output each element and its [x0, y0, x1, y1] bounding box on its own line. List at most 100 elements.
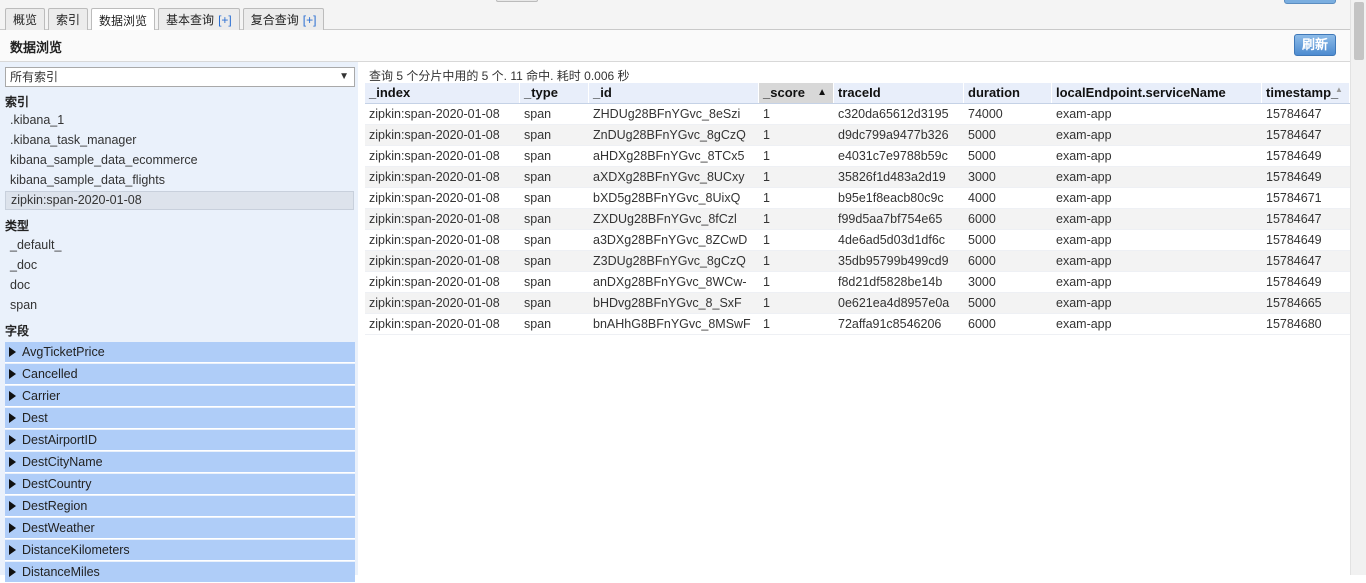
sidebar-field-item[interactable]: DistanceMiles: [5, 562, 355, 583]
table-cell: 6000: [968, 254, 996, 268]
table-row[interactable]: zipkin:span-2020-01-08 span Z3DUg28BFnYGvc…: [365, 251, 1350, 272]
table-cell: span: [524, 107, 552, 121]
tab-compound-query[interactable]: 复合查询 [+]: [242, 8, 325, 30]
table-scrollbar[interactable]: ▲: [1335, 83, 1343, 314]
table-cell: 1: [763, 275, 770, 289]
table-cell: exam-app: [1056, 128, 1112, 142]
table-cell: ZnDUg28BFnYGvc_8gCzQ: [593, 128, 746, 142]
top-bar: 概览 索引 数据浏览 基本查询 [+] 复合查询 [+]: [0, 0, 1366, 31]
table-cell: 4000: [968, 191, 996, 205]
expand-triangle-icon[interactable]: [9, 501, 16, 511]
table-cell: zipkin:span-2020-01-08: [369, 317, 500, 331]
sidebar-type-item[interactable]: _doc: [5, 256, 354, 275]
table-cell: exam-app: [1056, 107, 1112, 121]
sidebar-field-item[interactable]: Carrier: [5, 386, 355, 407]
expand-triangle-icon[interactable]: [9, 369, 16, 379]
sidebar-type-item[interactable]: _default_: [5, 236, 354, 255]
table-cell: span: [524, 191, 552, 205]
table-row[interactable]: zipkin:span-2020-01-08 span ZHDUg28BFnYGvc…: [365, 104, 1350, 125]
sidebar-field-item[interactable]: DestWeather: [5, 518, 355, 539]
partial-primary-button[interactable]: [1284, 0, 1336, 4]
sort-asc-icon[interactable]: ▲: [817, 83, 827, 103]
table-row[interactable]: zipkin:span-2020-01-08 span aHDXg28BFnYGvc…: [365, 146, 1350, 167]
partial-button[interactable]: [496, 0, 538, 2]
expand-triangle-icon[interactable]: [9, 545, 16, 555]
sidebar-type-item[interactable]: doc: [5, 276, 354, 295]
sidebar-field-item[interactable]: DestCountry: [5, 474, 355, 495]
expand-triangle-icon[interactable]: [9, 435, 16, 445]
expand-triangle-icon[interactable]: [9, 479, 16, 489]
table-row[interactable]: zipkin:span-2020-01-08 span ZnDUg28BFnYGvc…: [365, 125, 1350, 146]
table-cell: exam-app: [1056, 233, 1112, 247]
table-cell: 3000: [968, 275, 996, 289]
expand-triangle-icon[interactable]: [9, 457, 16, 467]
index-select[interactable]: 所有索引 ▼: [5, 67, 355, 87]
table-cell: a3DXg28BFnYGvc_8ZCwD: [593, 233, 748, 247]
sidebar-field-item[interactable]: DistanceKilometers: [5, 540, 355, 561]
tab-browser[interactable]: 数据浏览: [91, 8, 156, 31]
table-cell: zipkin:span-2020-01-08: [369, 254, 500, 268]
table-cell: zipkin:span-2020-01-08: [369, 275, 500, 289]
column-header[interactable]: _type: [520, 83, 589, 103]
sidebar-field-item[interactable]: Dest: [5, 408, 355, 429]
page-scrollbar-thumb[interactable]: [1354, 2, 1364, 60]
sidebar-index-item[interactable]: .kibana_1: [5, 111, 354, 130]
table-row[interactable]: zipkin:span-2020-01-08 span aXDXg28BFnYGvc…: [365, 167, 1350, 188]
expand-triangle-icon[interactable]: [9, 567, 16, 577]
sidebar-index-item[interactable]: .kibana_task_manager: [5, 131, 354, 150]
column-header[interactable]: duration: [964, 83, 1052, 103]
scroll-up-icon[interactable]: ▲: [1335, 85, 1343, 94]
column-header[interactable]: localEndpoint.serviceName: [1052, 83, 1262, 103]
table-cell: b95e1f8eacb80c9c: [838, 191, 944, 205]
table-cell: 72affa91c8546206: [838, 317, 942, 331]
table-row[interactable]: zipkin:span-2020-01-08 span a3DXg28BFnYGvc…: [365, 230, 1350, 251]
table-cell: aXDXg28BFnYGvc_8UCxy: [593, 170, 745, 184]
table-cell: 1: [763, 170, 770, 184]
sidebar-field-item[interactable]: DestRegion: [5, 496, 355, 517]
table-row[interactable]: zipkin:span-2020-01-08 span bnAHhG8BFnYGvc…: [365, 314, 1350, 335]
expand-triangle-icon[interactable]: [9, 347, 16, 357]
field-label: DestRegion: [22, 499, 88, 513]
sidebar-field-item[interactable]: Cancelled: [5, 364, 355, 385]
table-row[interactable]: zipkin:span-2020-01-08 span bHDvg28BFnYGvc…: [365, 293, 1350, 314]
table-cell: exam-app: [1056, 170, 1112, 184]
table-cell: 1: [763, 296, 770, 310]
sidebar-index-item[interactable]: kibana_sample_data_flights: [5, 171, 354, 190]
results-table: _index _type _id _score ▲ traceId duration loca…: [365, 83, 1350, 335]
table-cell: 1: [763, 107, 770, 121]
sidebar-index-item[interactable]: zipkin:span-2020-01-08: [5, 191, 354, 210]
field-label: DestWeather: [22, 521, 95, 535]
types-heading: 类型: [5, 219, 30, 233]
tab-overview[interactable]: 概览: [5, 8, 46, 30]
table-row[interactable]: zipkin:span-2020-01-08 span bXD5g28BFnYGvc…: [365, 188, 1350, 209]
sidebar-index-item[interactable]: kibana_sample_data_ecommerce: [5, 151, 354, 170]
field-label: DestCountry: [22, 477, 92, 491]
tab-indices[interactable]: 索引: [48, 8, 89, 30]
refresh-button[interactable]: 刷新: [1294, 34, 1336, 56]
expand-triangle-icon[interactable]: [9, 391, 16, 401]
expand-triangle-icon[interactable]: [9, 413, 16, 423]
table-cell: span: [524, 254, 552, 268]
expand-triangle-icon[interactable]: [9, 523, 16, 533]
table-row[interactable]: zipkin:span-2020-01-08 span ZXDUg28BFnYGvc…: [365, 209, 1350, 230]
table-cell: f99d5aa7bf754e65: [838, 212, 943, 226]
page-scrollbar[interactable]: [1350, 0, 1366, 575]
sidebar-type-item[interactable]: span: [5, 296, 354, 315]
table-row[interactable]: zipkin:span-2020-01-08 span anDXg28BFnYGvc…: [365, 272, 1350, 293]
column-header[interactable]: _index: [365, 83, 520, 103]
column-header-label: _index: [369, 85, 411, 100]
tab-basic-query[interactable]: 基本查询 [+]: [158, 8, 240, 30]
table-cell: exam-app: [1056, 317, 1112, 331]
sidebar-field-item[interactable]: AvgTicketPrice: [5, 342, 355, 363]
sidebar-field-item[interactable]: DestCityName: [5, 452, 355, 473]
table-cell: ZXDUg28BFnYGvc_8fCzl: [593, 212, 737, 226]
column-header[interactable]: _id: [589, 83, 759, 103]
table-cell: exam-app: [1056, 212, 1112, 226]
column-header[interactable]: traceId: [834, 83, 964, 103]
sidebar-field-item[interactable]: DestAirportID: [5, 430, 355, 451]
table-cell: 1: [763, 233, 770, 247]
add-tab-icon[interactable]: [+]: [218, 13, 232, 27]
indices-heading: 索引: [5, 95, 30, 109]
add-tab-icon[interactable]: [+]: [303, 13, 317, 27]
column-header[interactable]: _score ▲: [759, 83, 834, 103]
